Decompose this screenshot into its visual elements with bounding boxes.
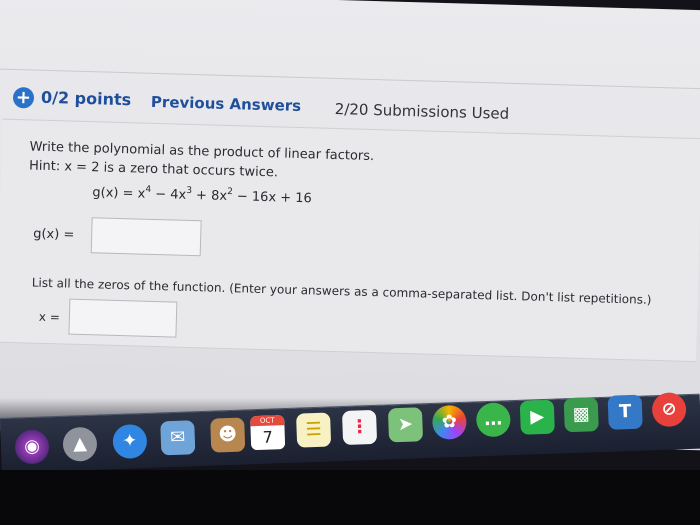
g-answer-input[interactable]: [90, 217, 202, 257]
x-answer-label: x =: [38, 309, 61, 325]
calendar-day: 7: [262, 427, 274, 447]
mail-icon[interactable]: ✉: [160, 420, 196, 456]
zeros-answer-input[interactable]: [68, 298, 178, 338]
previous-answers-link[interactable]: Previous Answers: [151, 93, 302, 115]
reminders-icon[interactable]: ⋮: [341, 409, 378, 446]
calendar-icon[interactable]: OCT 7: [250, 415, 286, 451]
photos-icon[interactable]: ✿: [431, 404, 468, 440]
g-answer-label: g(x) =: [32, 226, 75, 243]
screen: + 0/2 points Previous Answers 2/20 Submi…: [0, 0, 700, 525]
launchpad-icon[interactable]: ▲: [62, 426, 98, 462]
formula-term-8x: + 8x: [191, 187, 228, 204]
submissions-used: 2/20 Submissions Used: [334, 99, 510, 123]
expand-plus-icon[interactable]: +: [12, 86, 35, 109]
notes-icon[interactable]: ☰: [296, 412, 332, 448]
maps-icon[interactable]: ➤: [387, 407, 424, 443]
monitor-bezel: [0, 470, 700, 525]
contacts-icon[interactable]: ☻: [210, 417, 246, 453]
siri-icon[interactable]: ◉: [14, 429, 50, 465]
top-divider: [0, 67, 700, 91]
formula-function-name: g(x) =: [92, 185, 138, 202]
messages-icon[interactable]: …: [475, 402, 511, 438]
formula-term-rest: − 16x + 16: [232, 189, 313, 207]
keynote-icon[interactable]: T: [607, 394, 643, 430]
numbers-icon[interactable]: ▩: [563, 397, 599, 433]
safari-icon[interactable]: ✦: [112, 423, 148, 460]
news-icon[interactable]: ⊘: [651, 392, 687, 428]
points-label: 0/2 points: [40, 87, 132, 110]
browser-page: + 0/2 points Previous Answers 2/20 Submi…: [0, 0, 700, 452]
formula-term-4x: − 4x: [150, 186, 187, 203]
facetime-icon[interactable]: ▶: [519, 399, 555, 435]
